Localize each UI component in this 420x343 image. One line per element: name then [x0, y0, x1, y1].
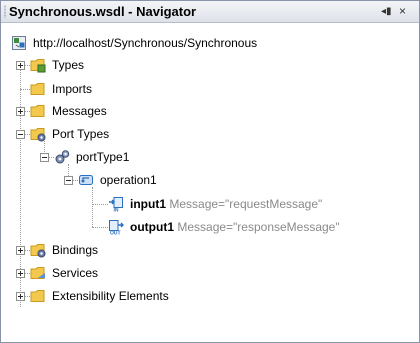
tree-connector: [92, 187, 93, 227]
collapse-operation1-toggle[interactable]: [64, 176, 73, 185]
window-title: Synchronous.wsdl - Navigator: [9, 4, 197, 19]
drag-grip-icon[interactable]: [4, 5, 6, 18]
navigator-tree[interactable]: http://localhost/Synchronous/Synchronous…: [1, 23, 419, 341]
title-bar[interactable]: Synchronous.wsdl - Navigator ◂▮ ×: [1, 1, 419, 23]
tree-node-label: operation1: [100, 173, 157, 187]
navigator-panel: Synchronous.wsdl - Navigator ◂▮ × http:/…: [0, 0, 420, 343]
tree-node-label: output1: [130, 220, 174, 234]
restore-window-button[interactable]: ◂▮: [381, 6, 393, 18]
tree-node-label: Extensibility Elements: [52, 289, 169, 303]
tree-node-label: input1: [130, 197, 166, 211]
wsdl-file-icon: [12, 36, 26, 50]
tree-node-label: Bindings: [52, 243, 99, 257]
tree-node-label: Imports: [52, 82, 93, 96]
folder-services-icon: [30, 267, 45, 279]
operation-icon: [79, 175, 93, 185]
tree-node-label: Services: [52, 266, 99, 280]
tree-node-label: portType1: [76, 150, 130, 164]
svg-text:OUT: OUT: [110, 231, 121, 236]
tree-node-label: Types: [52, 58, 85, 72]
tree-node-label: http://localhost/Synchronous/Synchronous: [33, 36, 258, 50]
expand-extensibility-toggle[interactable]: [16, 292, 25, 301]
message-attribute: Message="responseMessage": [177, 220, 340, 234]
expand-bindings-toggle[interactable]: [16, 246, 25, 255]
folder-messages-icon: [30, 105, 45, 117]
expand-messages-toggle[interactable]: [16, 107, 25, 116]
folder-bindings-icon: [30, 244, 46, 258]
output-icon: OUT: [109, 220, 124, 236]
folder-icon: [30, 83, 45, 95]
input-icon: IN: [109, 197, 123, 213]
tree-node-label: Port Types: [52, 127, 110, 141]
folder-porttypes-icon: [30, 128, 46, 142]
tree-node-label: Messages: [52, 104, 107, 118]
output1-row-text: output1 Message="responseMessage": [130, 220, 340, 234]
folder-types-icon: [30, 59, 46, 73]
collapse-porttype1-toggle[interactable]: [40, 153, 49, 162]
svg-text:IN: IN: [114, 208, 119, 213]
tree-connector: [92, 227, 108, 228]
expand-types-toggle[interactable]: [16, 61, 25, 70]
message-attribute: Message="requestMessage": [169, 197, 323, 211]
collapse-port-types-toggle[interactable]: [16, 130, 25, 139]
tree-connector: [20, 89, 30, 90]
folder-icon: [30, 290, 45, 302]
expand-services-toggle[interactable]: [16, 269, 25, 278]
tree-connector: [92, 204, 108, 205]
input1-row-text: input1 Message="requestMessage": [130, 197, 322, 211]
close-window-button[interactable]: ×: [399, 5, 411, 18]
gears-icon: [55, 150, 70, 164]
